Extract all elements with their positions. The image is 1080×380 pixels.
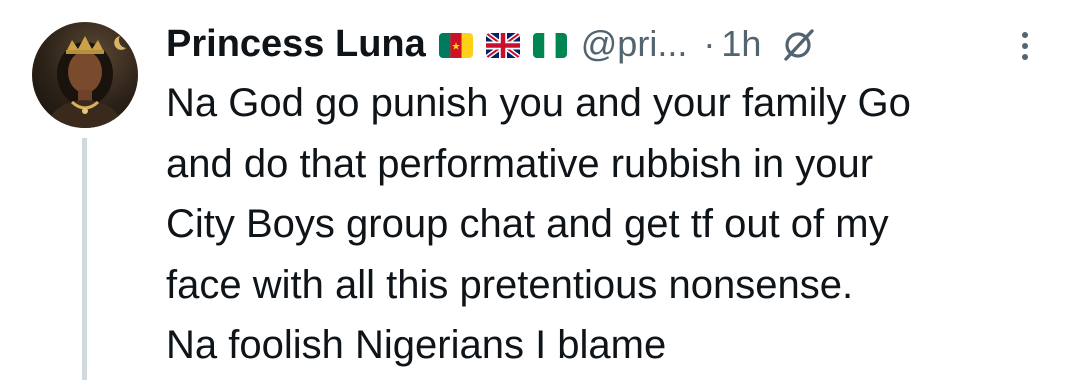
- grok-icon[interactable]: [779, 26, 817, 64]
- timestamp[interactable]: 1h: [721, 23, 761, 65]
- cameroon-flag: [438, 32, 473, 58]
- separator-dot: ·: [703, 23, 716, 64]
- more-options-icon[interactable]: [1016, 26, 1034, 66]
- avatar[interactable]: [32, 22, 138, 128]
- author-handle[interactable]: @pri...: [581, 23, 688, 65]
- thread-line: [82, 138, 87, 380]
- author-name[interactable]: Princess Luna: [166, 23, 426, 66]
- tweet-header: Princess Luna @pri... · 1h: [166, 18, 817, 70]
- tweet-text: Na God go punish you and your family Go …: [166, 81, 911, 367]
- avatar-image: [46, 36, 126, 128]
- tweet[interactable]: Princess Luna @pri... · 1h Na God go pun…: [0, 0, 1080, 380]
- nigeria-flag: [532, 32, 567, 58]
- uk-flag: [485, 32, 520, 58]
